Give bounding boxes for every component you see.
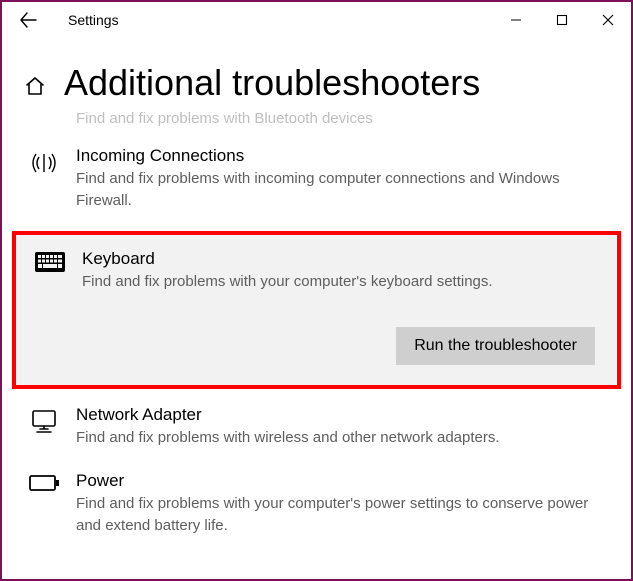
window-title: Settings (68, 12, 119, 28)
home-icon-svg (24, 75, 46, 97)
item-incoming-connections[interactable]: Incoming Connections Find and fix proble… (10, 136, 623, 224)
back-button[interactable] (8, 2, 48, 38)
bluetooth-icon (24, 108, 64, 110)
home-icon[interactable] (24, 75, 46, 97)
minimize-icon (510, 14, 522, 26)
keyboard-icon (30, 249, 70, 293)
window-controls (493, 2, 631, 38)
settings-window: Settings Additional troubleshooters (0, 0, 633, 581)
highlight-box: Keyboard Find and fix problems with your… (12, 231, 621, 389)
power-icon (24, 471, 64, 493)
item-title: Power (76, 471, 609, 491)
item-desc: Find and fix problems with Bluetooth dev… (76, 108, 609, 130)
item-network-adapter[interactable]: Network Adapter Find and fix problems wi… (10, 395, 623, 461)
network-adapter-icon (24, 405, 64, 437)
item-desc: Find and fix problems with your computer… (82, 271, 599, 293)
back-arrow-icon (19, 11, 37, 29)
page-header: Additional troubleshooters (2, 38, 631, 108)
item-bluetooth[interactable]: Find and fix problems with Bluetooth dev… (10, 108, 623, 136)
item-title: Network Adapter (76, 405, 609, 425)
item-desc: Find and fix problems with incoming comp… (76, 168, 609, 212)
close-icon (602, 14, 614, 26)
minimize-button[interactable] (493, 2, 539, 38)
close-button[interactable] (585, 2, 631, 38)
item-power[interactable]: Power Find and fix problems with your co… (10, 461, 623, 549)
item-keyboard[interactable]: Keyboard Find and fix problems with your… (16, 235, 617, 385)
page-title: Additional troubleshooters (64, 62, 480, 104)
maximize-button[interactable] (539, 2, 585, 38)
item-title: Keyboard (82, 249, 599, 269)
troubleshooter-list: Find and fix problems with Bluetooth dev… (2, 108, 631, 548)
maximize-icon (556, 14, 568, 26)
incoming-connections-icon (24, 146, 64, 178)
item-desc: Find and fix problems with your computer… (76, 493, 609, 537)
titlebar: Settings (2, 2, 631, 38)
item-desc: Find and fix problems with wireless and … (76, 427, 609, 449)
run-troubleshooter-button[interactable]: Run the troubleshooter (396, 327, 595, 365)
item-title: Incoming Connections (76, 146, 609, 166)
